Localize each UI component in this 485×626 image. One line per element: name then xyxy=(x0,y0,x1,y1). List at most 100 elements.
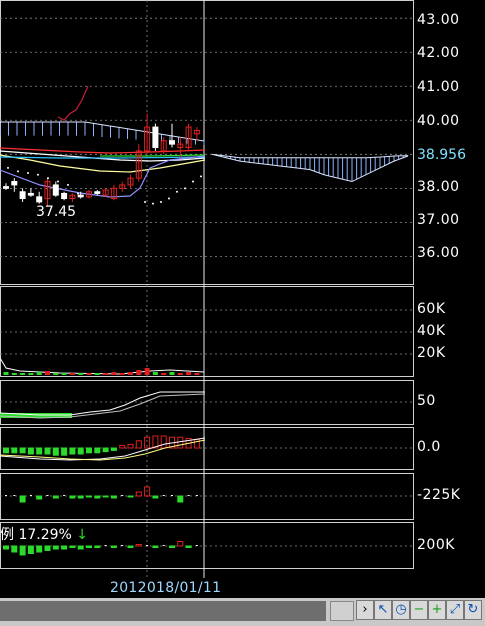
indicator4-bar xyxy=(86,495,92,498)
indicator4-bar xyxy=(29,495,32,496)
indicator5-bar xyxy=(104,545,107,546)
horizontal-scrollbar[interactable] xyxy=(0,601,326,621)
macd-histogram-bar xyxy=(86,447,92,454)
scrollbar-thumb[interactable] xyxy=(330,601,354,621)
indicator4-bar xyxy=(135,491,142,497)
macd-histogram-bar xyxy=(135,440,142,449)
indicator5-bar xyxy=(69,545,76,548)
volume-bar xyxy=(177,373,183,375)
sar-dot xyxy=(77,192,79,195)
indicator4-bar xyxy=(171,495,173,496)
sar-dot xyxy=(57,180,59,183)
indicator5-bar xyxy=(185,545,192,548)
volume-bar xyxy=(136,370,142,375)
sar-dot xyxy=(27,172,29,175)
macd-histogram-bar xyxy=(119,445,126,449)
indicator4-bar xyxy=(110,495,117,499)
indicator4-bar xyxy=(127,495,134,498)
indicator4-bar xyxy=(19,495,26,503)
y-tick-label: 38.00 xyxy=(417,179,460,195)
volume-bar xyxy=(45,371,50,375)
scroll-right-icon[interactable]: › xyxy=(356,600,374,620)
sar-dot xyxy=(144,200,146,203)
indicator5-bar xyxy=(27,545,34,554)
indicator5-bar xyxy=(110,545,117,548)
date-axis-label: 2012018/01/11 xyxy=(110,580,221,596)
indicator4-bar xyxy=(46,495,49,496)
indicator5-bar xyxy=(135,544,142,547)
indicator4-bar xyxy=(63,495,66,496)
macd-histogram-bar xyxy=(69,447,76,455)
candle xyxy=(152,126,159,149)
refresh-icon[interactable]: ↻ xyxy=(464,600,482,620)
volume-bar xyxy=(20,373,26,375)
indicator5-bar xyxy=(127,545,134,548)
zoom-out-icon[interactable]: − xyxy=(410,600,428,620)
link-icon[interactable]: ⤢ xyxy=(446,600,464,620)
sar-dot xyxy=(176,190,178,193)
indicator5-bar xyxy=(169,545,175,548)
volume-bar xyxy=(28,373,34,375)
sar-dot xyxy=(184,187,186,190)
y-tick-label: 40.00 xyxy=(417,113,460,129)
ma-green-line xyxy=(100,154,206,157)
indicator5-bar xyxy=(162,545,165,546)
indicator5-value: 例 17.29% xyxy=(0,527,72,543)
volume-tick-label: 60K xyxy=(417,301,446,317)
future-cloud-top-line xyxy=(211,153,409,159)
volume-bar xyxy=(152,372,158,375)
y-tick-label: 37.00 xyxy=(417,212,460,228)
macd-histogram-bar xyxy=(160,435,167,449)
macd-histogram-bar xyxy=(19,447,26,454)
indicator5-bar xyxy=(177,541,184,547)
indicator4-tick-label: -225K xyxy=(417,487,461,503)
ma-red-line xyxy=(0,147,206,154)
macd-histogram-bar xyxy=(77,447,84,455)
indicator4-bar xyxy=(121,495,124,496)
indicator4-bar xyxy=(69,495,76,499)
zoom-in-icon[interactable]: + xyxy=(428,600,446,620)
y-tick-label: 36.00 xyxy=(417,245,460,261)
candle xyxy=(27,192,34,196)
date-current: 2018/01/11 xyxy=(137,580,222,596)
macd-histogram-bar xyxy=(3,447,9,454)
indicator5-bar xyxy=(152,545,159,548)
sar-dot xyxy=(192,180,194,183)
volume-bar xyxy=(194,373,200,375)
macd-histogram-bar xyxy=(94,447,101,454)
date-prev-fragment: 201 xyxy=(110,580,138,596)
clock-icon[interactable]: ◷ xyxy=(392,600,410,620)
candle xyxy=(3,186,9,189)
candle xyxy=(36,196,43,203)
indicator5-bar xyxy=(36,545,43,553)
indicator4-bar xyxy=(13,495,16,496)
cursor-icon[interactable]: ↖ xyxy=(374,600,392,620)
low-price-annotation: 37.45 xyxy=(36,204,77,220)
indicator5-bar xyxy=(146,545,149,546)
y-tick-label: 43.00 xyxy=(417,12,460,28)
volume-bar xyxy=(111,372,117,375)
volume-bar xyxy=(53,373,59,375)
volume-bar xyxy=(86,373,92,375)
sar-dot xyxy=(160,200,162,203)
sar-dot xyxy=(17,170,19,173)
volume-bar xyxy=(69,373,75,375)
macd-histogram-bar xyxy=(102,447,109,453)
indicator5-bar xyxy=(77,545,84,550)
volume-bar xyxy=(161,373,167,375)
indicator5-bar xyxy=(121,545,124,546)
volume-bar xyxy=(94,373,100,375)
volume-bar xyxy=(3,372,9,375)
volume-bar xyxy=(169,372,175,375)
sar-dot xyxy=(47,177,49,180)
y-tick-label: 42.00 xyxy=(417,45,460,61)
sar-dot xyxy=(67,183,69,186)
indicator5-bar xyxy=(44,545,51,551)
volume-bar xyxy=(36,372,42,375)
indicator5-bar xyxy=(94,545,101,548)
candle xyxy=(61,192,68,200)
indicator4-bar xyxy=(177,495,184,503)
macd-histogram-bar xyxy=(61,447,68,456)
indicator5-bar xyxy=(3,545,9,550)
oscillator-tick-label: 50 xyxy=(417,393,436,409)
